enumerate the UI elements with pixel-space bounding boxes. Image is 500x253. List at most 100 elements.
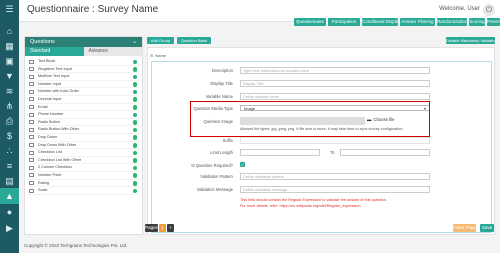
validation-message-input[interactable]: Define validation message [240, 186, 430, 193]
tab-randomization[interactable]: Randomization [437, 18, 467, 26]
expand-icon[interactable]: ⊞ [150, 53, 153, 58]
apple-icon[interactable]: ● [4, 207, 15, 218]
validation-message-label: Validation Message [196, 187, 233, 192]
table-icon[interactable]: ▤ [4, 176, 15, 187]
list-item[interactable]: Rating [28, 180, 139, 188]
section-heading: Name [155, 53, 167, 58]
question-type-icon [29, 188, 34, 193]
list-item[interactable]: Drop Down With Other [28, 142, 139, 150]
flow-icon[interactable]: ⋔ [4, 101, 15, 112]
save-icon[interactable]: ▣ [4, 56, 15, 67]
add-icon[interactable] [132, 181, 137, 186]
disable-mandatory-validation-button[interactable]: Disable Mandatory Validation [446, 37, 495, 44]
suffix-label: Suffix [222, 138, 233, 143]
power-icon[interactable]: ⏻ [483, 4, 495, 16]
dollar-icon[interactable]: $ [4, 131, 15, 142]
chevron-down-icon[interactable]: ⌄ [132, 37, 137, 47]
required-label: Is Question Required? [191, 163, 233, 168]
save-button[interactable]: Save [480, 224, 494, 232]
list-item[interactable]: Scale [28, 187, 139, 195]
stack-icon[interactable]: ≡ [4, 161, 15, 172]
validation-pattern-input[interactable]: Define validation pattern [240, 173, 430, 180]
tab-answer-filtering[interactable]: Answer Filtering [400, 18, 435, 26]
list-item[interactable]: Decimal Input [28, 96, 139, 104]
list-item[interactable]: Checkbox List With Other [28, 157, 139, 165]
tab-questionnaire[interactable]: Questionnaire [294, 18, 326, 26]
add-icon[interactable] [132, 165, 137, 171]
highlight-box [190, 101, 430, 137]
list-item[interactable]: Radio Button With Other [28, 126, 139, 134]
add-icon[interactable] [132, 158, 137, 163]
add-page-button[interactable]: + [167, 224, 174, 232]
variable-name-input[interactable]: Define variable name [240, 93, 430, 100]
filter-icon[interactable]: ▼ [4, 71, 15, 82]
questions-panel-header[interactable]: Questions ⌄ [25, 37, 142, 47]
add-icon[interactable] [132, 188, 137, 194]
add-icon[interactable] [132, 127, 137, 133]
list-item[interactable]: Text Block [28, 58, 139, 66]
add-icon[interactable] [132, 112, 137, 118]
add-icon[interactable] [132, 143, 137, 148]
add-icon[interactable] [132, 89, 137, 95]
list-item[interactable]: Number Input [28, 81, 139, 89]
list-item[interactable]: Multiline Text Input [28, 73, 139, 81]
add-icon[interactable] [132, 150, 137, 156]
list-item[interactable]: Number with Auto-Order [28, 88, 139, 96]
section-header[interactable]: ⊞ Name [150, 53, 166, 58]
question-type-icon [29, 158, 34, 163]
home-icon[interactable]: ⌂ [4, 26, 15, 37]
description-input[interactable]: Type here information for question here [240, 67, 430, 74]
tab-participation[interactable]: Participation [328, 18, 360, 26]
add-icon[interactable] [132, 173, 137, 178]
nodes-icon[interactable]: ∴ [4, 146, 15, 157]
play-icon[interactable]: ▶ [4, 223, 15, 234]
welcome-user[interactable]: Welcome, User [439, 6, 480, 12]
question-type-list: Text Block Singleline Text Input Multili… [25, 56, 142, 195]
add-icon[interactable] [132, 82, 137, 87]
grid-icon[interactable]: ▦ [4, 41, 15, 52]
list-item[interactable]: Number Point [28, 172, 139, 180]
list-item[interactable]: Singleline Text Input [28, 66, 139, 74]
tab-scoring[interactable]: Scoring [469, 18, 485, 26]
list-item[interactable]: Radio Button [28, 119, 139, 127]
question-type-icon [29, 105, 34, 110]
list-item[interactable]: Checkbox List [28, 149, 139, 157]
question-type-icon [29, 112, 34, 117]
question-type-icon [29, 97, 34, 102]
display-title-input[interactable]: Display Title [240, 80, 430, 87]
add-icon[interactable] [132, 135, 137, 140]
question-type-icon [29, 89, 34, 94]
insert-page-button[interactable]: Insert Page [453, 224, 476, 232]
list-item[interactable]: Drop Down [28, 134, 139, 142]
tab-standard[interactable]: Standard [25, 47, 84, 56]
list-item[interactable]: Phone Number [28, 111, 139, 119]
required-checkbox[interactable]: ✓ [240, 162, 245, 167]
question-type-icon [29, 135, 34, 140]
tab-previews[interactable]: Previews [487, 18, 500, 26]
menu-icon[interactable]: ☰ [4, 4, 15, 15]
tab-conditional-display[interactable]: Conditional Display [362, 18, 398, 26]
limit-length-to-input[interactable] [340, 149, 430, 156]
question-bank-button[interactable]: Question Bank [177, 37, 211, 44]
add-icon[interactable] [132, 105, 137, 110]
add-icon[interactable] [132, 97, 137, 102]
question-type-icon [29, 82, 34, 87]
limit-length-from-input[interactable] [240, 149, 320, 156]
pages-label: Pages [145, 224, 158, 232]
list-item[interactable]: Email [28, 104, 139, 112]
printer-icon[interactable]: ⎙ [4, 116, 15, 127]
add-icon[interactable] [132, 59, 137, 64]
add-icon[interactable] [132, 120, 137, 125]
page-1-button[interactable]: 1 [159, 224, 166, 232]
add-icon[interactable] [132, 74, 137, 80]
add-group-button[interactable]: Add Group [147, 37, 174, 44]
tab-advance[interactable]: Advance [83, 47, 142, 56]
warning-icon[interactable]: ▲ [0, 188, 19, 204]
limit-length-to-label: To [330, 150, 335, 155]
list-item[interactable]: 2 Column Checkbox [28, 164, 139, 172]
validation-error-link[interactable]: For more details, refer: https://en.wiki… [240, 204, 361, 208]
question-type-icon [29, 59, 34, 64]
add-icon[interactable] [132, 67, 137, 72]
layers-icon[interactable]: ≋ [4, 86, 15, 97]
suffix-input[interactable] [240, 137, 430, 144]
